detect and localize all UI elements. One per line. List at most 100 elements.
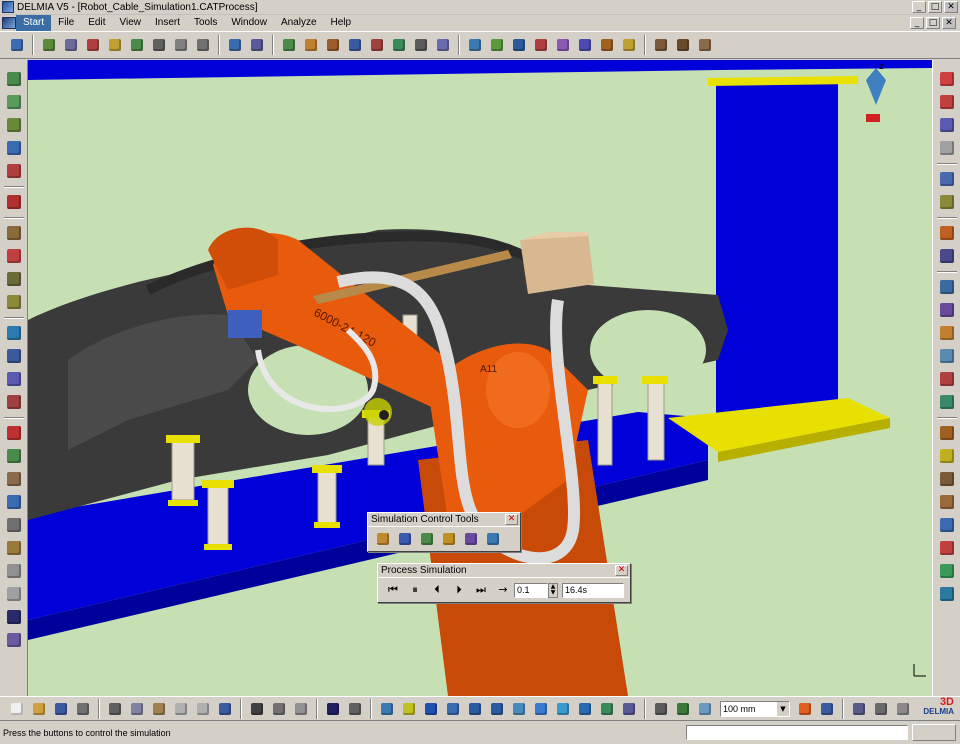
spline-icon[interactable] [938, 424, 956, 442]
simulation-control-tools-close-button[interactable]: ✕ [505, 514, 518, 525]
robot-task-icon[interactable] [412, 36, 430, 54]
copy-icon[interactable] [128, 700, 146, 718]
compass-icon[interactable]: z [866, 62, 886, 122]
menu-edit[interactable]: Edit [81, 15, 112, 31]
section-icon[interactable] [696, 700, 714, 718]
tree-icon[interactable] [5, 70, 23, 88]
grid-icon[interactable] [172, 36, 190, 54]
compass-icon[interactable] [226, 36, 244, 54]
simulation-control-tools-title[interactable]: Simulation Control Tools ✕ [368, 513, 520, 527]
attach-icon[interactable] [5, 293, 23, 311]
kinematics-icon[interactable] [5, 347, 23, 365]
delete-icon[interactable] [5, 424, 23, 442]
bend-icon[interactable] [938, 470, 956, 488]
new-icon[interactable] [8, 700, 26, 718]
close-button[interactable]: ✕ [944, 1, 958, 13]
sim-analysis-icon[interactable] [440, 530, 458, 548]
hose-icon[interactable] [938, 516, 956, 534]
library-icon[interactable] [5, 539, 23, 557]
plant-icon[interactable] [5, 447, 23, 465]
workbench-icon[interactable] [8, 36, 26, 54]
normal-view-icon[interactable] [510, 700, 528, 718]
gantt-icon[interactable] [576, 36, 594, 54]
jog-icon[interactable] [302, 36, 320, 54]
undo-icon[interactable] [172, 700, 190, 718]
sag-icon[interactable] [938, 539, 956, 557]
zoom-select[interactable]: 100 mm ▼ [720, 700, 790, 717]
product-icon[interactable] [62, 36, 80, 54]
insert-resource-icon[interactable] [5, 93, 23, 111]
station-icon[interactable] [5, 470, 23, 488]
command-input[interactable] [686, 725, 908, 740]
pan-icon[interactable] [422, 700, 440, 718]
select-icon[interactable] [938, 170, 956, 188]
iso-view-icon[interactable] [554, 700, 572, 718]
redo-icon[interactable] [194, 700, 212, 718]
tool-icon[interactable] [5, 393, 23, 411]
robot-jog-icon[interactable] [938, 247, 956, 265]
flex-icon[interactable] [620, 36, 638, 54]
approach-icon[interactable] [938, 347, 956, 365]
menu-insert[interactable]: Insert [148, 15, 187, 31]
teach-icon[interactable] [280, 36, 298, 54]
paste-icon[interactable] [150, 700, 168, 718]
tag-icon[interactable] [324, 36, 342, 54]
weld-icon[interactable] [938, 370, 956, 388]
manipulate-icon[interactable] [938, 193, 956, 211]
activity-icon[interactable] [106, 36, 124, 54]
open-icon[interactable] [30, 700, 48, 718]
path-icon[interactable] [346, 36, 364, 54]
save-icon[interactable] [52, 700, 70, 718]
doc-minimize-button[interactable]: _ [910, 17, 924, 29]
insert-product-icon[interactable] [5, 116, 23, 134]
graph-icon[interactable] [850, 700, 868, 718]
axis-icon[interactable] [938, 301, 956, 319]
play-forward-button[interactable]: ⏵ [449, 581, 469, 599]
menu-help[interactable]: Help [324, 15, 359, 31]
annotation-icon[interactable] [674, 36, 692, 54]
window-icon[interactable] [194, 36, 212, 54]
menu-window[interactable]: Window [224, 15, 274, 31]
process-simulation-close-button[interactable]: ✕ [615, 565, 628, 576]
cable-route-icon[interactable] [938, 393, 956, 411]
3d-viewport[interactable]: A11 6000-24-120 z Simulation Control Too… [28, 60, 932, 696]
part-icon[interactable] [5, 162, 23, 180]
cable-icon[interactable] [598, 36, 616, 54]
update-icon[interactable] [938, 585, 956, 603]
pause-button[interactable]: ⏸ [405, 581, 425, 599]
comment-icon[interactable] [270, 700, 288, 718]
clamp-icon[interactable] [938, 493, 956, 511]
device-icon[interactable] [5, 324, 23, 342]
sketch-icon[interactable] [696, 36, 714, 54]
geometry-icon[interactable] [5, 139, 23, 157]
program-icon[interactable] [434, 36, 452, 54]
process-simulation-title[interactable]: Process Simulation ✕ [378, 564, 630, 578]
measure-between-icon[interactable] [652, 700, 670, 718]
jump-to-end-button[interactable]: ⏭ [471, 581, 491, 599]
catalog-icon[interactable] [5, 562, 23, 580]
snap-icon[interactable] [248, 36, 266, 54]
formula-icon[interactable] [248, 700, 266, 718]
fly-icon[interactable] [378, 700, 396, 718]
operation-icon[interactable] [368, 36, 386, 54]
options-icon[interactable] [5, 585, 23, 603]
doc-restore-button[interactable]: □ [926, 17, 940, 29]
layer-icon[interactable] [894, 700, 912, 718]
filter-icon[interactable] [872, 700, 890, 718]
target-icon[interactable] [938, 324, 956, 342]
step-size-input[interactable]: 0.1 [514, 582, 548, 598]
ruler-icon[interactable] [674, 700, 692, 718]
frame-icon[interactable] [938, 278, 956, 296]
menu-analyze[interactable]: Analyze [274, 15, 324, 31]
report-icon[interactable] [5, 516, 23, 534]
menu-view[interactable]: View [112, 15, 148, 31]
hpp-icon[interactable] [938, 116, 956, 134]
table-icon[interactable] [324, 700, 342, 718]
cut-icon[interactable] [106, 700, 124, 718]
sim-record-icon[interactable] [484, 530, 502, 548]
workflow-icon[interactable] [5, 631, 23, 649]
layout-icon[interactable] [5, 370, 23, 388]
dimension-icon[interactable] [652, 36, 670, 54]
sim-track-icon[interactable] [418, 530, 436, 548]
sim-steps-icon[interactable] [396, 530, 414, 548]
